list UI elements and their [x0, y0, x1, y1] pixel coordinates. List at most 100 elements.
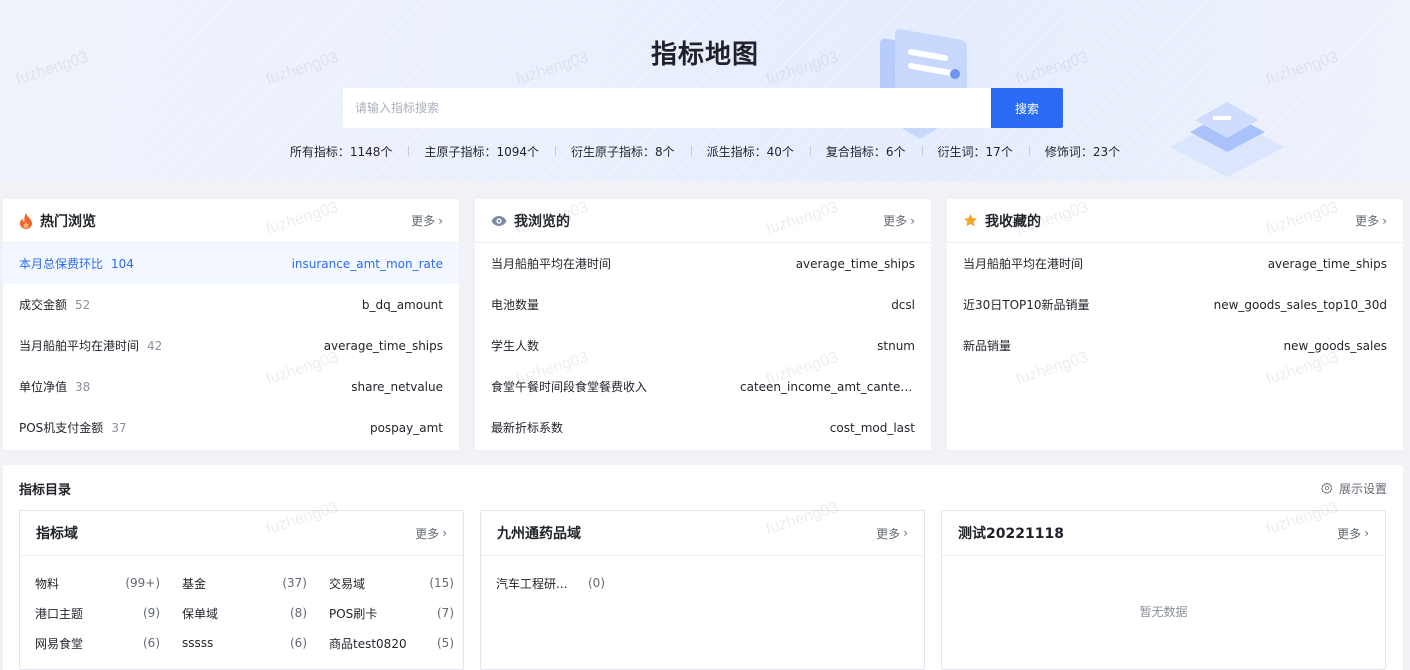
stat-derived[interactable]: 派生指标：40个	[690, 143, 810, 160]
view-count: 42	[147, 338, 163, 353]
metric-code: dcsl	[891, 297, 915, 312]
eye-icon	[491, 215, 507, 226]
list-item[interactable]: 成交金额 52 b_dq_amount	[3, 284, 459, 325]
subdomain-item[interactable]: sssss (6)	[182, 628, 329, 658]
list-item[interactable]: 电池数量 dcsl	[475, 284, 931, 325]
subdomain-count: (0)	[588, 576, 605, 590]
more-label: 更多	[876, 526, 901, 541]
metric-name: 食堂午餐时间段食堂餐费收入	[491, 380, 648, 394]
card-title: 我浏览的	[514, 213, 570, 230]
view-count: 38	[75, 379, 91, 394]
more-label: 更多	[411, 214, 436, 228]
card-title: 热门浏览	[40, 213, 96, 230]
fire-icon	[20, 212, 32, 229]
subdomain-item[interactable]: 物料 (99+)	[35, 568, 182, 598]
search-bar: 搜索	[343, 88, 1063, 128]
subdomain-item[interactable]: 汽车工程研... (0)	[496, 568, 643, 598]
list-item[interactable]: 当月船舶平均在港时间 average_time_ships	[475, 243, 931, 284]
domain-header: 指标域 更多 ›	[20, 511, 463, 556]
chevron-right-icon: ›	[910, 213, 915, 228]
settings-label: 展示设置	[1338, 481, 1387, 496]
metric-name: POS机支付金额	[19, 421, 104, 435]
subdomain-count: (6)	[143, 636, 160, 650]
domain-card: 指标域 更多 › 物料 (99+) 基金 (37) 交易域 (15) 港口主题 (9) 保…	[19, 510, 464, 670]
domain-header: 测试20221118 更多 ›	[942, 511, 1385, 556]
subdomain-item[interactable]: 商品test0820 (5)	[329, 628, 476, 658]
domain-card: 测试20221118 更多 › 暂无数据	[941, 510, 1386, 670]
card-header: 我浏览的 更多 ›	[475, 199, 931, 243]
subdomain-count: (37)	[282, 576, 307, 590]
metric-code: b_dq_amount	[361, 297, 443, 312]
more-link[interactable]: 更多 ›	[1355, 212, 1387, 229]
catalog-header: 指标目录 展示设置	[3, 465, 1403, 511]
metric-code: stnum	[877, 338, 915, 353]
more-link[interactable]: 更多 ›	[876, 525, 908, 542]
stat-derived-atomic[interactable]: 衍生原子指标：8个	[554, 143, 691, 160]
subdomain-item[interactable]: 保单域 (8)	[182, 598, 329, 628]
list-item[interactable]: POS机支付金额 37 pospay_amt	[3, 407, 459, 448]
stat-main-atomic[interactable]: 主原子指标：1094个	[408, 143, 555, 160]
metric-catalog: 指标目录 展示设置 指标域 更多 › 物料 (99+) 基金 (37) 交易域 (15)…	[3, 465, 1403, 670]
list-item[interactable]: 学生人数 stnum	[475, 325, 931, 366]
search-input[interactable]	[343, 88, 991, 128]
subdomain-count: (99+)	[125, 576, 160, 590]
list-item[interactable]: 近30日TOP10新品销量 new_goods_sales_top10_30d	[947, 284, 1403, 325]
subdomain-item[interactable]: 网易食堂 (6)	[35, 628, 182, 658]
metric-name: 近30日TOP10新品销量	[963, 298, 1090, 312]
card-header: 热门浏览 更多 ›	[3, 199, 459, 243]
metric-name: 学生人数	[491, 339, 540, 353]
more-link[interactable]: 更多 ›	[883, 212, 915, 229]
more-link[interactable]: 更多 ›	[415, 525, 447, 542]
subdomain-grid: 物料 (99+) 基金 (37) 交易域 (15) 港口主题 (9) 保单域 (8) PO…	[20, 556, 463, 658]
subdomain-count: (9)	[143, 606, 160, 620]
list-item[interactable]: 单位净值 38 share_netvalue	[3, 366, 459, 407]
list-item[interactable]: 新品销量 new_goods_sales	[947, 325, 1403, 366]
domain-card: 九州通药品域 更多 › 汽车工程研... (0)	[480, 510, 925, 670]
subdomain-name: POS刷卡	[329, 606, 378, 621]
metric-name: 当月船舶平均在港时间	[491, 257, 612, 271]
subdomain-item[interactable]: POS刷卡 (7)	[329, 598, 476, 628]
viewed-card: 我浏览的 更多 › 当月船舶平均在港时间 average_time_ships 电池…	[475, 199, 931, 450]
list-item[interactable]: 本月总保费环比 104 insurance_amt_mon_rate	[3, 243, 459, 284]
more-label: 更多	[415, 526, 440, 541]
metric-code: share_netvalue	[351, 379, 443, 394]
metric-code: cateen_income_amt_cantee...	[740, 379, 915, 394]
subdomain-grid: 汽车工程研... (0)	[481, 556, 924, 598]
search-button[interactable]: 搜索	[991, 88, 1063, 128]
more-link[interactable]: 更多 ›	[1337, 525, 1369, 542]
metric-code: cost_mod_last	[829, 420, 915, 435]
subdomain-name: 港口主题	[35, 606, 84, 621]
subdomain-count: (8)	[290, 606, 307, 620]
subdomain-item[interactable]: 交易域 (15)	[329, 568, 476, 598]
view-count: 52	[75, 297, 91, 312]
view-count: 37	[111, 420, 127, 435]
stat-composite[interactable]: 复合指标：6个	[809, 143, 922, 160]
empty-state: 暂无数据	[1139, 605, 1188, 619]
stat-derived-word[interactable]: 衍生词：17个	[921, 143, 1029, 160]
more-label: 更多	[883, 214, 908, 228]
list-item[interactable]: 当月船舶平均在港时间 42 average_time_ships	[3, 325, 459, 366]
subdomain-item[interactable]: 港口主题 (9)	[35, 598, 182, 628]
subdomain-name: 商品test0820	[329, 636, 407, 651]
subdomain-name: sssss	[182, 636, 214, 650]
stat-all[interactable]: 所有指标：1148个	[274, 143, 409, 160]
list-item[interactable]: 最新折标系数 cost_mod_last	[475, 407, 931, 448]
server-illustration-icon	[1170, 102, 1285, 177]
hot-browse-card: 热门浏览 更多 › 本月总保费环比 104 insurance_amt_mon_rat…	[3, 199, 459, 450]
view-count: 104	[111, 256, 134, 271]
metric-name: 电池数量	[491, 298, 540, 312]
metric-name: 当月船舶平均在港时间	[19, 339, 140, 353]
more-link[interactable]: 更多 ›	[411, 212, 443, 229]
page-title: 指标地图	[650, 40, 759, 70]
list-item[interactable]: 当月船舶平均在港时间 average_time_ships	[947, 243, 1403, 284]
list-item[interactable]: 食堂午餐时间段食堂餐费收入 cateen_income_amt_cantee...	[475, 366, 931, 407]
subdomain-name: 网易食堂	[35, 636, 84, 651]
display-settings-button[interactable]: 展示设置	[1320, 480, 1387, 497]
subdomain-item[interactable]: 基金 (37)	[182, 568, 329, 598]
chevron-right-icon: ›	[903, 526, 908, 540]
subdomain-name: 汽车工程研...	[496, 576, 568, 591]
metric-name: 新品销量	[963, 339, 1012, 353]
stat-modifier[interactable]: 修饰词：23个	[1028, 143, 1136, 160]
domain-header: 九州通药品域 更多 ›	[481, 511, 924, 556]
subdomain-name: 交易域	[329, 576, 366, 591]
